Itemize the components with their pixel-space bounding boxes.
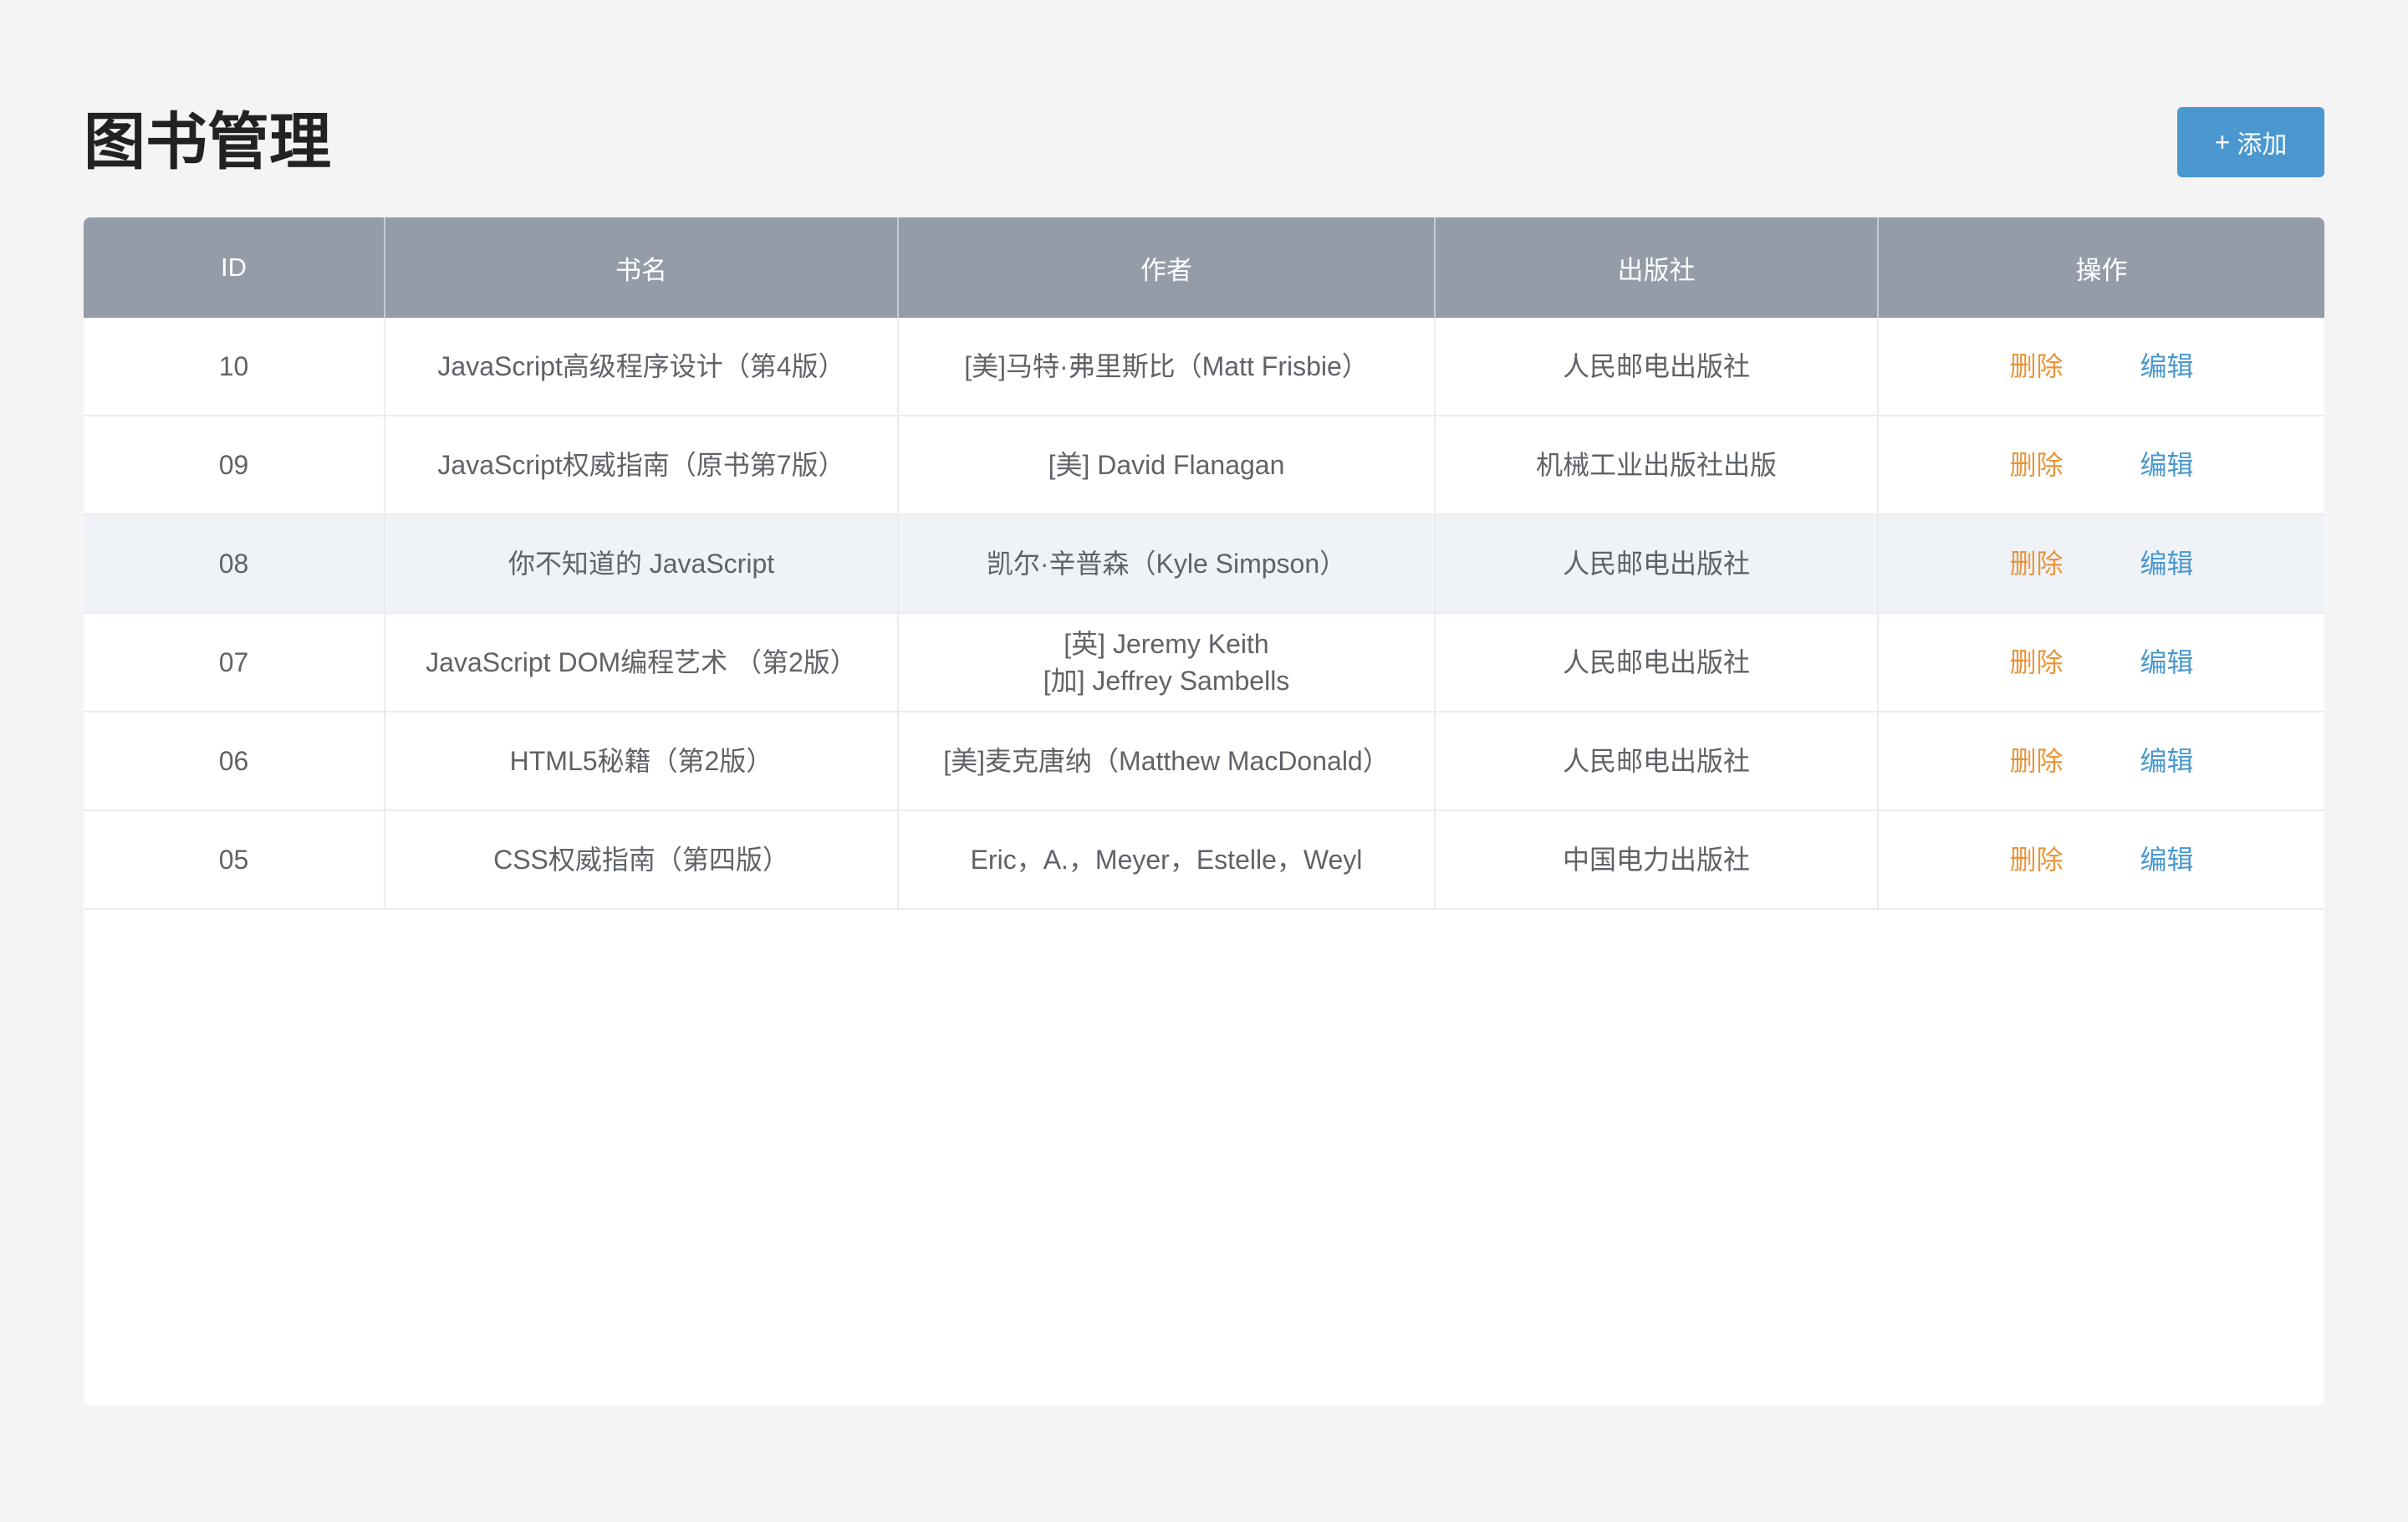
table-header: ID 书名 作者 出版社 操作 [84, 217, 2324, 318]
author-line: Eric，A.，Meyer，Estelle，Weyl [970, 845, 1363, 875]
edit-link[interactable]: 编辑 [2140, 644, 2194, 681]
column-header-title: 书名 [385, 217, 899, 318]
cell-title: JavaScript DOM编程艺术 （第2版） [385, 613, 899, 712]
edit-link[interactable]: 编辑 [2140, 743, 2194, 779]
delete-link[interactable]: 删除 [2009, 743, 2063, 779]
cell-title: 你不知道的 JavaScript [385, 514, 899, 614]
row-actions: 删除 编辑 [1887, 447, 2316, 483]
delete-link[interactable]: 删除 [2009, 644, 2063, 681]
author-line: [加] Jeffrey Sambells [1043, 666, 1290, 696]
delete-link[interactable]: 删除 [2009, 447, 2063, 483]
cell-author: 凯尔·辛普森（Kyle Simpson） [898, 514, 1436, 614]
table-row: 10 JavaScript高级程序设计（第4版） [美]马特·弗里斯比（Matt F… [84, 318, 2324, 416]
column-header-actions: 操作 [1878, 217, 2324, 318]
cell-id: 06 [84, 712, 385, 811]
cell-actions: 删除 编辑 [1878, 810, 2324, 910]
column-header-publisher: 出版社 [1435, 217, 1879, 318]
table-row: 09 JavaScript权威指南（原书第7版） [美] David Flanaga… [84, 416, 2324, 515]
cell-title: HTML5秘籍（第2版） [385, 712, 899, 811]
cell-author: [美]马特·弗里斯比（Matt Frisbie） [898, 318, 1436, 416]
cell-publisher: 人民邮电出版社 [1435, 318, 1879, 416]
cell-author: [美] David Flanagan [898, 416, 1436, 515]
edit-link[interactable]: 编辑 [2140, 447, 2194, 483]
table-row: 07 JavaScript DOM编程艺术 （第2版） [英] Jeremy Kei… [84, 613, 2324, 712]
cell-publisher: 人民邮电出版社 [1435, 613, 1879, 712]
add-button-label: 添加 [2237, 131, 2288, 159]
row-actions: 删除 编辑 [1887, 545, 2316, 582]
plus-icon: + [2214, 127, 2231, 157]
row-actions: 删除 编辑 [1887, 348, 2316, 385]
book-table: ID 书名 作者 出版社 操作 10 JavaScript高级程序设计（第4版） [… [84, 217, 2324, 910]
cell-title: JavaScript高级程序设计（第4版） [385, 318, 899, 416]
cell-actions: 删除 编辑 [1878, 613, 2324, 712]
table-body: 10 JavaScript高级程序设计（第4版） [美]马特·弗里斯比（Matt F… [84, 318, 2324, 910]
cell-id: 05 [84, 810, 385, 910]
cell-publisher: 机械工业出版社出版 [1435, 416, 1879, 515]
cell-id: 08 [84, 514, 385, 614]
book-table-card: ID 书名 作者 出版社 操作 10 JavaScript高级程序设计（第4版） [… [84, 217, 2324, 1405]
edit-link[interactable]: 编辑 [2140, 841, 2194, 878]
author-line: 凯尔·辛普森（Kyle Simpson） [986, 549, 1347, 579]
column-header-id: ID [84, 217, 385, 318]
cell-publisher: 中国电力出版社 [1435, 810, 1879, 910]
table-row: 06 HTML5秘籍（第2版） [美]麦克唐纳（Matthew MacDonald）… [84, 712, 2324, 811]
cell-actions: 删除 编辑 [1878, 318, 2324, 416]
cell-author: [英] Jeremy Keith [加] Jeffrey Sambells [898, 613, 1436, 712]
cell-id: 10 [84, 318, 385, 416]
cell-author: Eric，A.，Meyer，Estelle，Weyl [898, 810, 1436, 910]
delete-link[interactable]: 删除 [2009, 348, 2063, 385]
cell-id: 09 [84, 416, 385, 515]
cell-author: [美]麦克唐纳（Matthew MacDonald） [898, 712, 1436, 811]
page-header: 图书管理 + 添加 [84, 92, 2324, 192]
cell-publisher: 人民邮电出版社 [1435, 712, 1879, 811]
table-row: 05 CSS权威指南（第四版） Eric，A.，Meyer，Estelle，Weyl… [84, 810, 2324, 910]
edit-link[interactable]: 编辑 [2140, 545, 2194, 582]
table-header-row: ID 书名 作者 出版社 操作 [84, 217, 2324, 318]
cell-title: JavaScript权威指南（原书第7版） [385, 416, 899, 515]
column-header-author: 作者 [898, 217, 1436, 318]
row-actions: 删除 编辑 [1887, 644, 2316, 681]
author-line: [美] David Flanagan [1048, 450, 1285, 480]
cell-actions: 删除 编辑 [1878, 514, 2324, 614]
edit-link[interactable]: 编辑 [2140, 348, 2194, 385]
cell-actions: 删除 编辑 [1878, 416, 2324, 515]
cell-id: 07 [84, 613, 385, 712]
cell-publisher: 人民邮电出版社 [1435, 514, 1879, 614]
row-actions: 删除 编辑 [1887, 841, 2316, 878]
cell-title: CSS权威指南（第四版） [385, 810, 899, 910]
table-row: 08 你不知道的 JavaScript 凯尔·辛普森（Kyle Simpson） 人民… [84, 514, 2324, 614]
book-management-page: 图书管理 + 添加 ID 书名 作者 出版社 操作 10 JavaScript高级… [0, 0, 2408, 1522]
author-line: [美]麦克唐纳（Matthew MacDonald） [943, 746, 1390, 776]
page-title: 图书管理 [84, 107, 331, 176]
cell-actions: 删除 编辑 [1878, 712, 2324, 811]
row-actions: 删除 编辑 [1887, 743, 2316, 779]
delete-link[interactable]: 删除 [2009, 841, 2063, 878]
author-line: [英] Jeremy Keith [1064, 629, 1269, 659]
delete-link[interactable]: 删除 [2009, 545, 2063, 582]
author-line: [美]马特·弗里斯比（Matt Frisbie） [964, 351, 1369, 381]
add-book-button[interactable]: + 添加 [2177, 107, 2324, 177]
